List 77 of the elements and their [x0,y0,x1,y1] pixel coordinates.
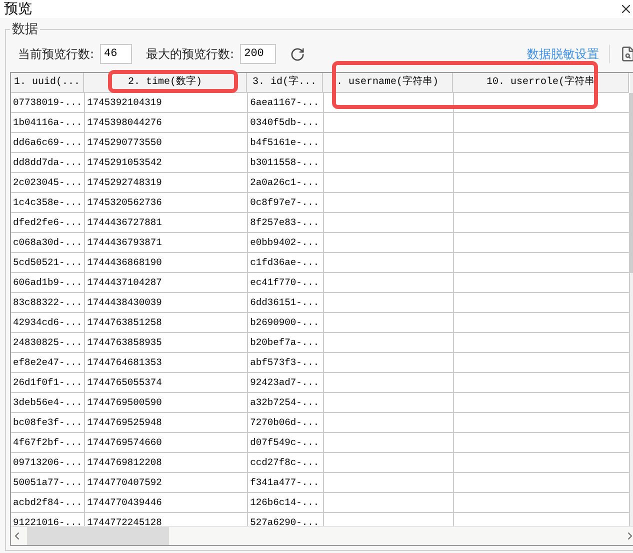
close-icon[interactable] [619,2,633,16]
table-cell: 1744437104287 [85,273,248,293]
table-cell: ccd27f8c-... [248,453,324,473]
table-cell: 07738019-... [11,93,86,113]
table-cell: b4f5161e-... [248,133,324,153]
column-header[interactable]: . username(字符串) [323,73,453,93]
current-rows-label: 当前预览行数: [18,46,94,62]
table-cell: a32b7254-... [248,393,324,413]
horizontal-scrollbar[interactable] [11,526,633,545]
table-cell: 1744436793871 [85,233,248,253]
table-cell: 1b04116a-... [11,113,86,133]
table-cell: 50051a77-... [11,473,86,493]
table-cell: ef8e2e47-... [11,353,86,373]
table-cell: 7270b06d-... [248,413,324,433]
table-cell: 6aea1167-... [248,93,324,113]
table-cell: 1744436868190 [85,253,248,273]
table-cell: 606ad1b9-... [11,273,86,293]
table-cell: 1744769500590 [85,393,248,413]
table-cell: 1744436727881 [85,213,248,233]
table-cell: c1fd36ae-... [248,253,324,273]
table-cell: 5cd50521-... [11,253,86,273]
table-cell: dd8dd7da-... [11,153,86,173]
table-cell: ec41f770-... [248,273,324,293]
table-cell: 1745291053542 [85,153,248,173]
table-cell: 1745292748319 [85,173,248,193]
table-cell: 26d1f0f1-... [11,373,86,393]
table-cell: 24830825-... [11,333,86,353]
table-cell: 0c8f97e7-... [248,193,324,213]
table-cell: dd6a6c69-... [11,133,86,153]
table-cell: 1744438430039 [85,293,248,313]
max-rows-label: 最大的预览行数: [146,46,234,62]
table-cell: d07f549c-... [248,433,324,453]
table-cell: dfed2fe6-... [11,213,86,233]
table-cell: 4f67f2bf-... [11,433,86,453]
table-cell: 2c023045-... [11,173,86,193]
table-cell: 1744769525948 [85,413,248,433]
table-cell: 1745398044276 [85,113,248,133]
table-cell: 8f257e83-... [248,213,324,233]
window-title: 预览 [4,0,32,18]
table-cell: acbd2f84-... [11,493,86,513]
table-cell: abf573f3-... [248,353,324,373]
table-cell: b3011558-... [248,153,324,173]
table-cell: 1745290773550 [85,133,248,153]
table-cell: c068a30d-... [11,233,86,253]
current-rows-field[interactable]: 46 [100,44,132,64]
column-header[interactable]: 3. id(字... [247,73,323,93]
table-cell: 42934cd6-... [11,313,86,333]
refresh-icon[interactable] [290,46,306,62]
table-cell: b20bef7a-... [248,333,324,353]
table-cell: 1744764681353 [85,353,248,373]
table-cell: 2a0a26c1-... [248,173,324,193]
table-cell: 3deb56e4-... [11,393,86,413]
table-cell: 1744770439446 [85,493,248,513]
table-cell: 0340f5db-... [248,113,324,133]
column-header[interactable]: 1. uuid(... [11,73,84,93]
table-cell: b2690900-... [248,313,324,333]
table-cell: 1745392104319 [85,93,248,113]
table-cell: 09713206-... [11,453,86,473]
table-cell: 1744770407592 [85,473,248,493]
group-title: 数据 [11,21,39,38]
column-header[interactable]: 10. userrole(字符串 [453,73,629,93]
table-cell: 6dd36151-... [248,293,324,313]
table-cell: f341a477-... [248,473,324,493]
table-cell: 1744763858935 [85,333,248,353]
table-cell: 92423ad7-... [248,373,324,393]
max-rows-field[interactable]: 200 [240,44,276,64]
table-cell: 1745320562736 [85,193,248,213]
table-cell: 1744769574660 [85,433,248,453]
table-cell: 1744763851258 [85,313,248,333]
table-cell: bc08fe3f-... [11,413,86,433]
table-cell: 83c88322-... [11,293,86,313]
table-cell: 1744769812208 [85,453,248,473]
table-cell: 126b6c14-... [248,493,324,513]
document-search-icon[interactable] [620,46,633,62]
table-cell: 1c4c358e-... [11,193,86,213]
table-cell: 1744765055374 [85,373,248,393]
table-cell: e0bb9402-... [248,233,324,253]
